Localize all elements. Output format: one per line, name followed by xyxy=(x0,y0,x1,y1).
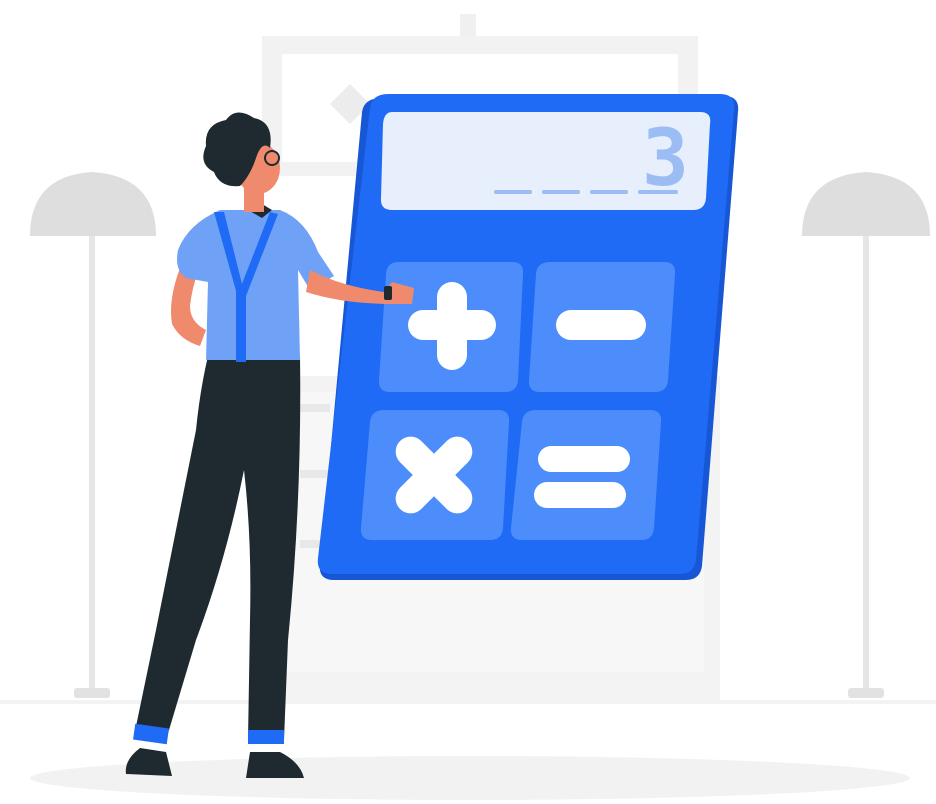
right-shoe xyxy=(246,752,304,778)
calculator: 3 xyxy=(317,94,739,580)
equals-key[interactable] xyxy=(510,410,662,540)
left-shoe xyxy=(125,748,172,776)
trousers xyxy=(134,356,301,740)
wristwatch xyxy=(384,286,392,300)
minus-key[interactable] xyxy=(528,262,676,392)
left-lamp xyxy=(30,172,156,698)
plus-key[interactable] xyxy=(378,262,524,392)
minus-icon xyxy=(556,310,646,340)
multiply-key[interactable] xyxy=(360,410,510,540)
calculator-illustration: 3 xyxy=(0,14,936,800)
right-lamp xyxy=(802,172,930,698)
right-cuff xyxy=(248,730,284,744)
